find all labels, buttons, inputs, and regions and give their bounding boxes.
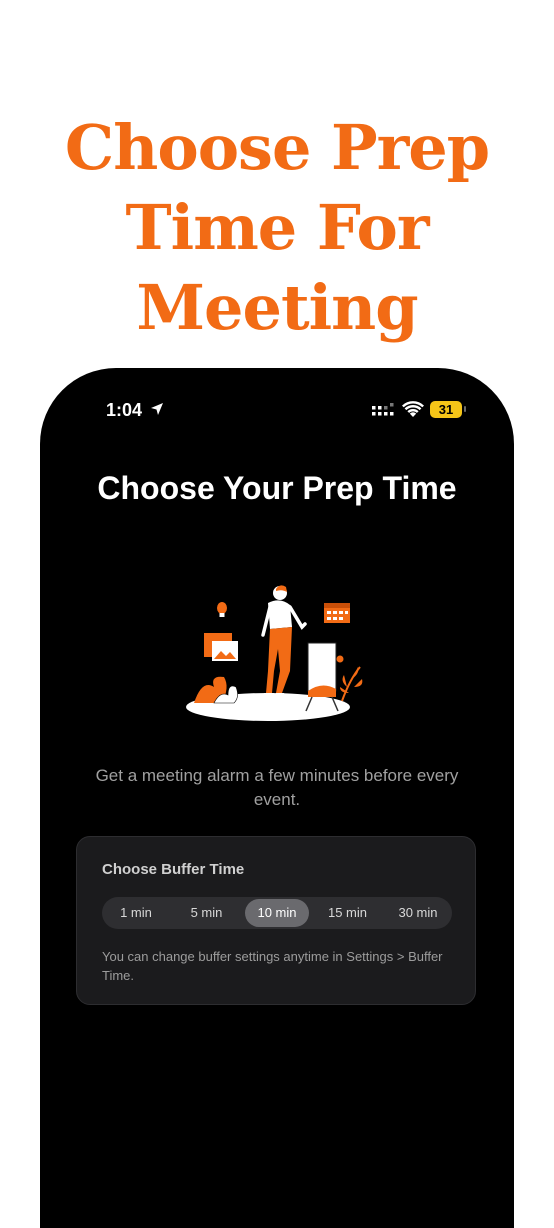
buffer-settings-note: You can change buffer settings anytime i…	[102, 949, 443, 983]
signal-icon	[372, 403, 394, 416]
headline-line-2: Time For	[125, 191, 430, 264]
status-time: 1:04	[106, 400, 143, 420]
screen-description: Get a meeting alarm a few minutes before…	[95, 766, 459, 809]
buffer-option-10-min[interactable]: 10 min	[245, 899, 309, 927]
battery-cap	[464, 406, 466, 412]
status-bar: 1:04 31	[40, 398, 514, 422]
battery-icon: 31	[430, 401, 462, 418]
promo-headline: Choose Prep Time For Meeting	[0, 108, 554, 348]
wifi-icon	[402, 401, 424, 417]
buffer-time-card: Choose Buffer Time 1 min 5 min 10 min 15…	[76, 836, 476, 1005]
buffer-option-15-min[interactable]: 15 min	[316, 899, 380, 927]
buffer-option-5-min[interactable]: 5 min	[175, 899, 239, 927]
buffer-option-30-min[interactable]: 30 min	[386, 899, 450, 927]
buffer-option-1-min[interactable]: 1 min	[104, 899, 168, 927]
phone-frame: 1:04 31 Choose Your Prep Time Get a meet…	[40, 368, 514, 1228]
headline-line-1: Choose Prep	[64, 111, 490, 184]
buffer-card-title: Choose Buffer Time	[102, 861, 245, 878]
headline-line-3: Meeting	[136, 271, 418, 344]
screen-title: Choose Your Prep Time	[97, 470, 457, 506]
meeting-prep-illustration	[186, 585, 363, 721]
buffer-time-selector: 1 min 5 min 10 min 15 min 30 min	[102, 897, 452, 929]
location-arrow-icon	[151, 403, 163, 415]
